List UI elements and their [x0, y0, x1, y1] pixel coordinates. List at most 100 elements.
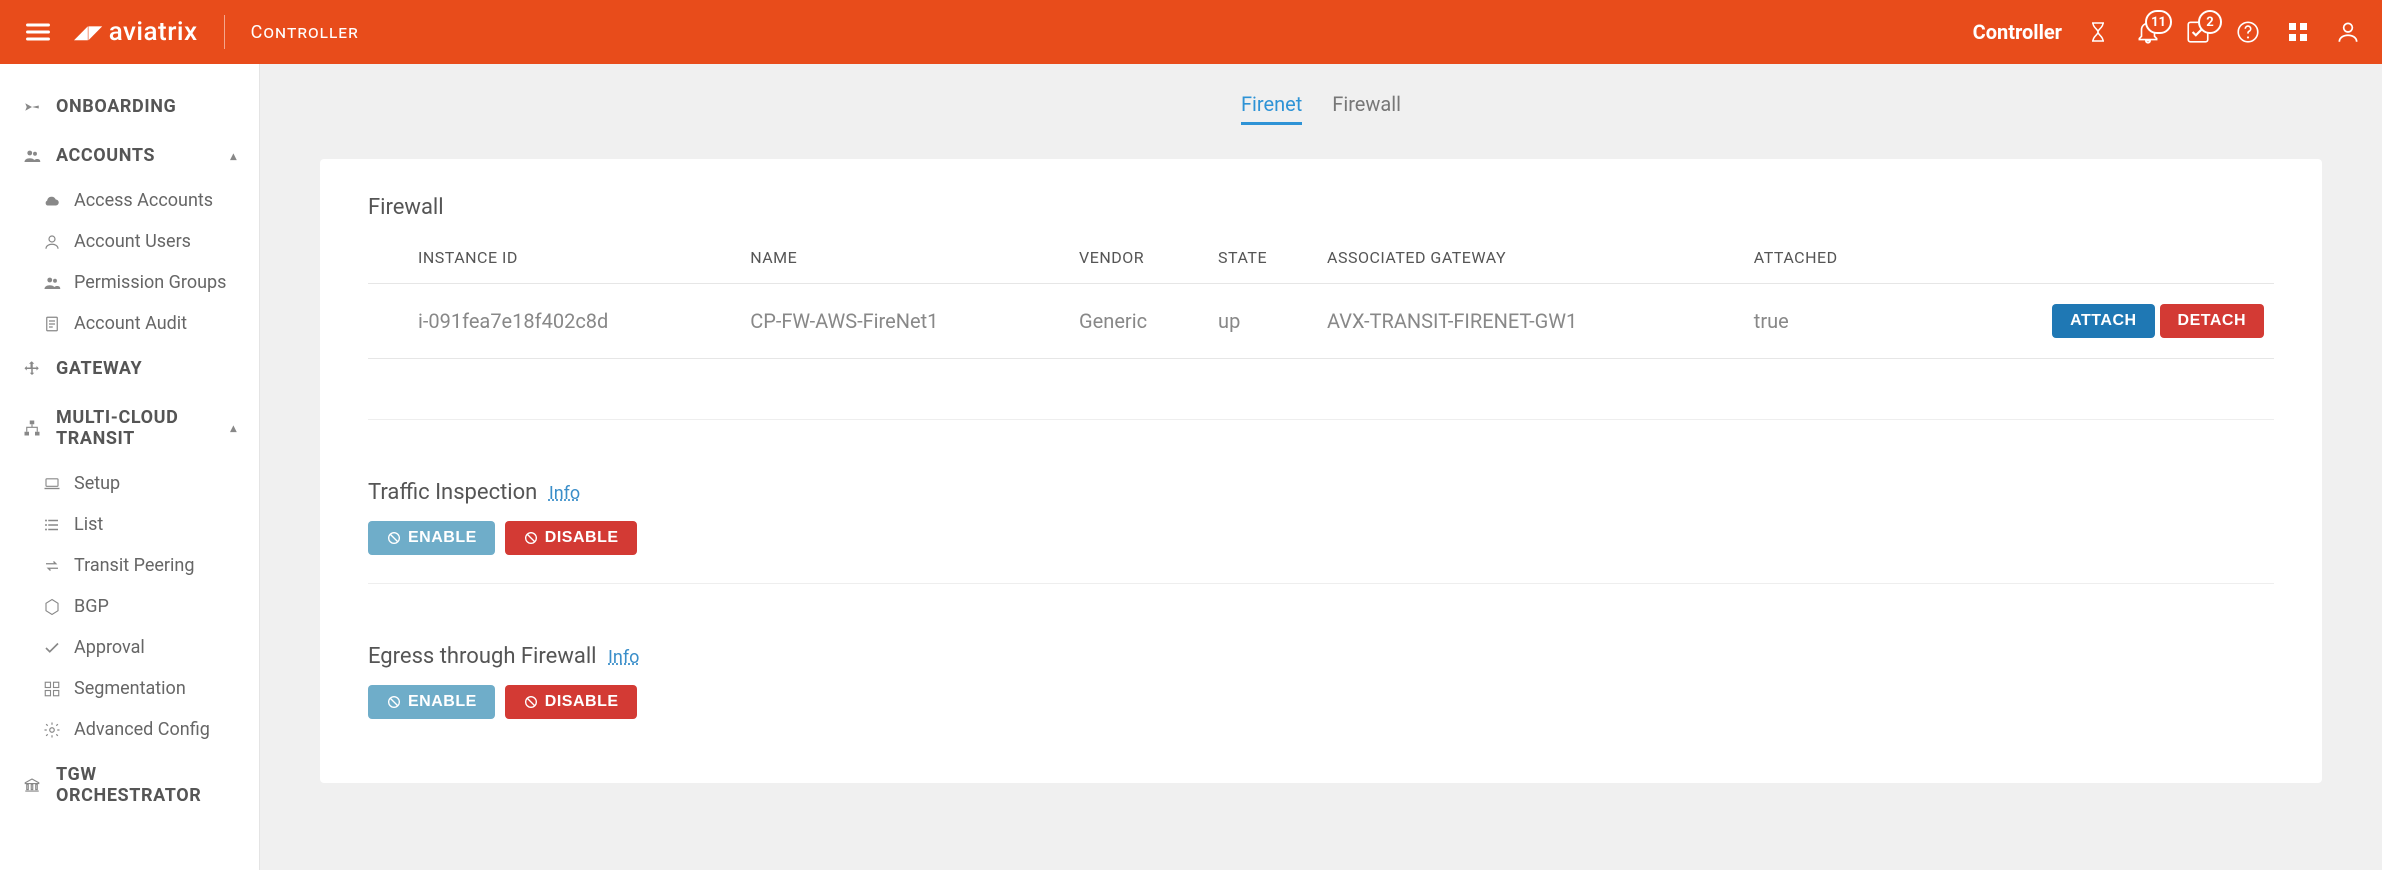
enable-label: ENABLE [408, 693, 477, 711]
nav-item-label: Account Users [74, 231, 191, 252]
nav-item-permission-groups[interactable]: Permission Groups [0, 262, 259, 303]
check-icon [42, 638, 62, 658]
nav-group-accounts[interactable]: ACCOUNTS▴ [0, 131, 259, 180]
brand-mark-icon: ◢◤ [74, 22, 103, 43]
cell-name: CP-FW-AWS-FireNet1 [740, 284, 1069, 359]
apps-grid-icon[interactable] [2284, 18, 2312, 46]
nav-item-advanced-config[interactable]: Advanced Config [0, 709, 259, 750]
nav-group-label: GATEWAY [56, 358, 142, 379]
chevron-icon: ▴ [230, 149, 237, 163]
firewall-title: Firewall [368, 195, 2274, 220]
nav-item-access-accounts[interactable]: Access Accounts [0, 180, 259, 221]
cell-vendor: Generic [1069, 284, 1208, 359]
cell-state: up [1208, 284, 1317, 359]
brand-divider [224, 15, 225, 49]
exchange-icon [42, 556, 62, 576]
traffic-inspection-disable-button[interactable]: DISABLE [505, 521, 637, 555]
cell-gateway: AVX-TRANSIT-FIRENET-GW1 [1317, 284, 1744, 359]
hourglass-icon[interactable] [2084, 18, 2112, 46]
hex-icon [42, 597, 62, 617]
table-row[interactable]: i-091fea7e18f402c8d CP-FW-AWS-FireNet1 G… [368, 284, 2274, 359]
nav-item-label: Transit Peering [74, 555, 194, 576]
top-bar: ◢◤ aviatrix Controller Controller 11 2 [0, 0, 2382, 64]
tab-firenet[interactable]: Firenet [1241, 92, 1302, 125]
nav-item-label: Account Audit [74, 313, 187, 334]
nav-item-label: Access Accounts [74, 190, 213, 211]
nav-group-tgw-orchestrator[interactable]: TGW ORCHESTRATOR [0, 750, 259, 820]
egress-title: Egress through Firewall Info [368, 644, 2274, 669]
nav-item-list[interactable]: List [0, 504, 259, 545]
tabs: Firenet Firewall [260, 64, 2382, 141]
nav-group-label: MULTI-CLOUD TRANSIT [56, 407, 216, 449]
nav-item-segmentation[interactable]: Segmentation [0, 668, 259, 709]
tasks-badge: 2 [2198, 10, 2222, 34]
controller-label[interactable]: Controller [1973, 20, 2062, 44]
user-icon [42, 232, 62, 252]
egress-label: Egress through Firewall [368, 644, 597, 669]
sidebar: ONBOARDING ACCOUNTS▴ Access Accounts Accoun… [0, 64, 260, 870]
laptop-icon [42, 474, 62, 494]
nav-item-label: Permission Groups [74, 272, 226, 293]
traffic-inspection-title: Traffic Inspection Info [368, 480, 2274, 505]
help-icon[interactable] [2234, 18, 2262, 46]
nav-group-label: ONBOARDING [56, 96, 176, 117]
egress-section: Egress through Firewall Info ENABLE DISA… [368, 644, 2274, 747]
notifications-badge: 11 [2145, 10, 2172, 34]
nav-item-account-users[interactable]: Account Users [0, 221, 259, 262]
nav-item-label: Advanced Config [74, 719, 210, 740]
cell-instance-id: i-091fea7e18f402c8d [408, 284, 740, 359]
user-icon[interactable] [2334, 18, 2362, 46]
chevron-icon: ▴ [230, 421, 237, 435]
nav-item-label: Approval [74, 637, 145, 658]
firewall-table: INSTANCE ID NAME VENDOR STATE ASSOCIATED… [368, 232, 2274, 359]
col-attached: ATTACHED [1744, 232, 1908, 284]
nav-group-gateway[interactable]: GATEWAY [0, 344, 259, 393]
topbar-right: Controller 11 2 [1973, 18, 2362, 46]
col-instance-id: INSTANCE ID [408, 232, 740, 284]
nav-item-setup[interactable]: Setup [0, 463, 259, 504]
firewall-section: Firewall INSTANCE ID NAME VENDOR STATE A… [368, 195, 2274, 420]
seg-icon [42, 679, 62, 699]
tab-firewall[interactable]: Firewall [1332, 92, 1401, 125]
nav-item-label: List [74, 514, 103, 535]
col-state: STATE [1208, 232, 1317, 284]
detach-button[interactable]: DETACH [2160, 304, 2264, 338]
brand-section: Controller [251, 22, 359, 43]
nav-item-label: Segmentation [74, 678, 186, 699]
col-name: NAME [740, 232, 1069, 284]
brand-logo: ◢◤ aviatrix [74, 17, 198, 47]
traffic-inspection-label: Traffic Inspection [368, 480, 537, 505]
move-icon [22, 359, 42, 379]
nav-item-transit-peering[interactable]: Transit Peering [0, 545, 259, 586]
notifications-icon[interactable]: 11 [2134, 18, 2162, 46]
nav-item-label: BGP [74, 596, 109, 617]
main-content: Firenet Firewall Firewall INSTANCE ID NA… [260, 64, 2382, 870]
traffic-inspection-info-link[interactable]: Info [549, 483, 580, 504]
cloud-icon [42, 191, 62, 211]
egress-enable-button[interactable]: ENABLE [368, 685, 495, 719]
col-associated-gateway: ASSOCIATED GATEWAY [1317, 232, 1744, 284]
users-icon [22, 146, 42, 166]
bank-icon [22, 775, 42, 795]
sitemap-icon [22, 418, 42, 438]
traffic-inspection-section: Traffic Inspection Info ENABLE DISABLE [368, 480, 2274, 584]
nav-item-bgp[interactable]: BGP [0, 586, 259, 627]
nav-group-onboarding[interactable]: ONBOARDING [0, 82, 259, 131]
nav-item-label: Setup [74, 473, 120, 494]
content-card: Firewall INSTANCE ID NAME VENDOR STATE A… [320, 159, 2322, 783]
cell-attached: true [1744, 284, 1908, 359]
brand: ◢◤ aviatrix Controller [74, 15, 359, 49]
egress-disable-button[interactable]: DISABLE [505, 685, 637, 719]
gear-icon [42, 720, 62, 740]
brand-name: aviatrix [109, 17, 198, 47]
tasks-icon[interactable]: 2 [2184, 18, 2212, 46]
attach-button[interactable]: ATTACH [2052, 304, 2154, 338]
traffic-inspection-enable-button[interactable]: ENABLE [368, 521, 495, 555]
egress-info-link[interactable]: Info [608, 647, 639, 668]
nav-group-multi-cloud-transit[interactable]: MULTI-CLOUD TRANSIT ▴ [0, 393, 259, 463]
menu-toggle-button[interactable] [20, 14, 56, 50]
list-icon [42, 515, 62, 535]
enable-label: ENABLE [408, 529, 477, 547]
nav-item-approval[interactable]: Approval [0, 627, 259, 668]
nav-item-account-audit[interactable]: Account Audit [0, 303, 259, 344]
